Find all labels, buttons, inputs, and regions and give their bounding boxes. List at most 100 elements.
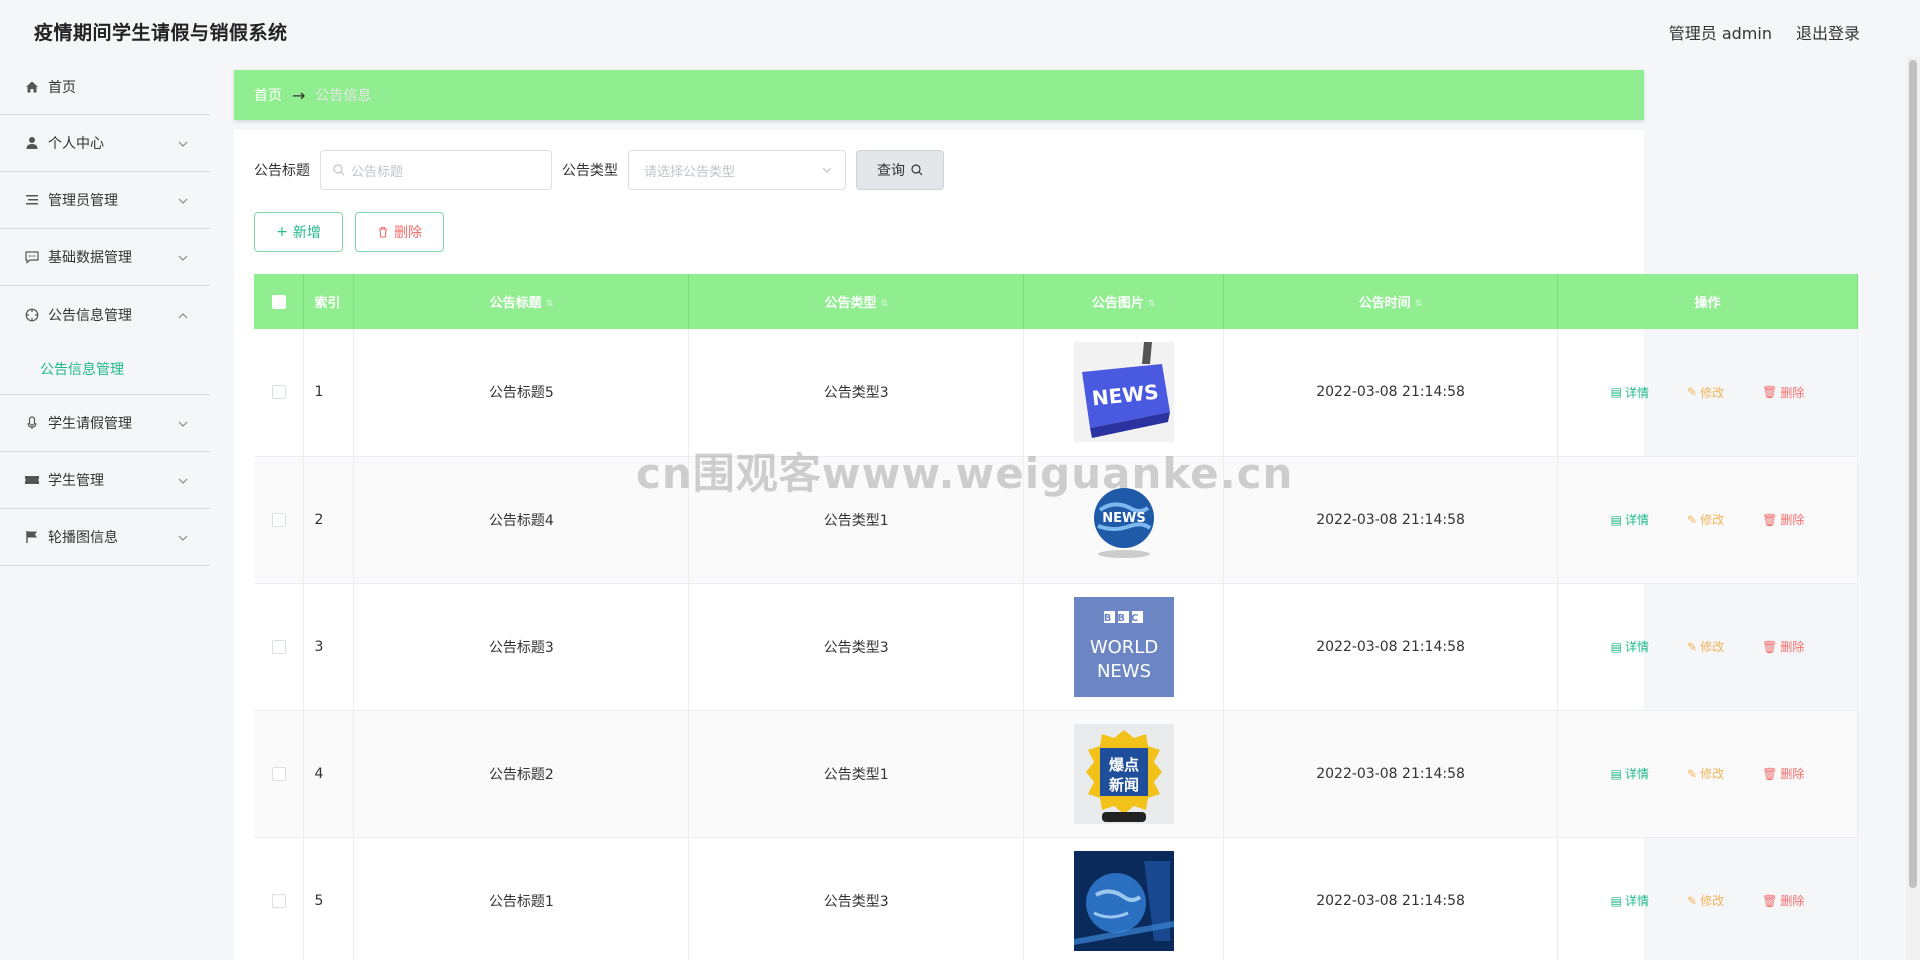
earth-news-image[interactable] (1073, 850, 1174, 951)
delete-label: 删除 (1780, 513, 1805, 527)
detail-button[interactable]: ▤ 详情 (1599, 378, 1661, 407)
edit-button[interactable]: ✎ 修改 (1675, 378, 1736, 407)
col-image-header[interactable]: 公告图片 ⇅ (1023, 274, 1225, 329)
row-checkbox[interactable] (271, 766, 286, 781)
sidebar-item-basic-data[interactable]: 基础数据管理 (0, 229, 210, 286)
announcements-table: 索引 公告标题 ⇅ 公告类型 ⇅ 公告图片 ⇅ 公告时间 ⇅ 操作 1 公告标题5 公告… (254, 274, 1858, 960)
query-button[interactable]: 查询 (856, 150, 944, 190)
scrollbar-thumb[interactable] (1909, 60, 1917, 888)
col-time-header[interactable]: 公告时间 ⇅ (1223, 274, 1559, 329)
row-select-cell (254, 710, 305, 838)
app-title: 疫情期间学生请假与销假系统 (34, 22, 288, 44)
sidebar-item-personal[interactable]: 个人中心 (0, 115, 210, 172)
row-time: 2022-03-08 21:14:58 (1223, 456, 1559, 584)
sidebar-item-home[interactable]: 首页 (0, 60, 210, 115)
row-actions: ▤ 详情 ✎ 修改 🗑 删除 (1557, 837, 1858, 960)
pencil-icon: ✎ (1687, 385, 1698, 400)
bbc-world-news-image[interactable]: BBC WORLD NEWS (1073, 596, 1174, 697)
chevron-up-icon (178, 307, 188, 323)
sidebar-item-label: 个人中心 (48, 136, 104, 152)
row-type: 公告类型3 (688, 583, 1025, 711)
row-title: 公告标题1 (353, 837, 690, 960)
batch-delete-label: 删除 (394, 225, 422, 241)
detail-button[interactable]: ▤ 详情 (1599, 632, 1661, 661)
col-title-label: 公告标题 (489, 296, 542, 311)
baodian-news-image[interactable]: 爆点 新闻 (1073, 723, 1174, 824)
edit-label: 修改 (1700, 385, 1725, 400)
detail-button[interactable]: ▤ 详情 (1599, 886, 1661, 915)
current-user[interactable]: 管理员 admin (1669, 20, 1772, 44)
breadcrumb-arrow: → (292, 85, 306, 105)
row-checkbox[interactable] (271, 385, 286, 400)
add-button[interactable]: + 新增 (254, 212, 343, 252)
news-globe-image[interactable]: NEWS (1073, 469, 1174, 570)
row-checkbox[interactable] (271, 512, 286, 527)
sidebar-item-carousel[interactable]: 轮播图信息 (0, 509, 210, 566)
delete-button[interactable]: 🗑 删除 (1750, 886, 1816, 915)
breadcrumb: 首页 → 公告信息 (234, 70, 1644, 120)
detail-button[interactable]: ▤ 详情 (1599, 505, 1661, 534)
trash-icon: 🗑 (1762, 639, 1778, 654)
sort-icon[interactable]: ⇅ (1148, 299, 1156, 309)
pencil-icon: ✎ (1687, 766, 1698, 781)
delete-button[interactable]: 🗑 删除 (1750, 505, 1816, 534)
col-type-header[interactable]: 公告类型 ⇅ (688, 274, 1025, 329)
action-row: + 新增 删除 (254, 212, 444, 252)
row-title: 公告标题4 (353, 456, 690, 584)
chevron-down-icon (178, 472, 188, 488)
query-button-label: 查询 (877, 163, 905, 179)
sort-icon[interactable]: ⇅ (1415, 299, 1423, 309)
table-header-row: 索引 公告标题 ⇅ 公告类型 ⇅ 公告图片 ⇅ 公告时间 ⇅ 操作 (254, 274, 1858, 329)
delete-button[interactable]: 🗑 删除 (1750, 759, 1816, 788)
sidebar-item-announcements[interactable]: 公告信息管理 (0, 286, 210, 343)
row-type: 公告类型3 (688, 329, 1025, 457)
delete-button[interactable]: 🗑 删除 (1750, 632, 1816, 661)
news-key-image[interactable]: NEWS (1073, 342, 1174, 443)
select-all-checkbox[interactable] (271, 294, 286, 309)
edit-label: 修改 (1700, 767, 1725, 781)
pencil-icon: ✎ (1687, 639, 1698, 654)
sidebar-item-admins[interactable]: 管理员管理 (0, 172, 210, 229)
row-index: 5 (303, 837, 355, 960)
user-area: 管理员 admin 退出登录 (1669, 20, 1860, 44)
sidebar-item-label: 首页 (48, 80, 76, 96)
ticket-icon (24, 472, 40, 488)
user-icon (24, 135, 40, 151)
row-actions: ▤ 详情 ✎ 修改 🗑 删除 (1557, 329, 1858, 457)
row-checkbox[interactable] (271, 639, 286, 654)
edit-button[interactable]: ✎ 修改 (1675, 759, 1736, 788)
mic-icon (24, 415, 40, 431)
detail-button[interactable]: ▤ 详情 (1599, 759, 1661, 788)
type-select[interactable]: 请选择公告类型 (628, 150, 846, 190)
trash-icon: 🗑 (1762, 766, 1778, 781)
breadcrumb-home[interactable]: 首页 (254, 85, 282, 105)
compass-icon (24, 307, 40, 323)
edit-button[interactable]: ✎ 修改 (1675, 505, 1736, 534)
delete-button[interactable]: 🗑 删除 (1750, 378, 1816, 407)
row-type: 公告类型1 (688, 456, 1025, 584)
sidebar-item-label: 公告信息管理 (48, 307, 132, 324)
batch-delete-button[interactable]: 删除 (355, 212, 444, 252)
title-search-input[interactable]: 公告标题 (320, 150, 552, 190)
edit-button[interactable]: ✎ 修改 (1675, 632, 1736, 661)
document-icon: ▤ (1610, 639, 1622, 654)
sort-icon[interactable]: ⇅ (880, 299, 888, 309)
sidebar-item-students[interactable]: 学生管理 (0, 452, 210, 509)
top-bar: 疫情期间学生请假与销假系统 管理员 admin 退出登录 (0, 0, 1920, 60)
sidebar-item-leave[interactable]: 学生请假管理 (0, 395, 210, 452)
logout-link[interactable]: 退出登录 (1796, 20, 1860, 44)
trash-icon: 🗑 (1762, 512, 1778, 527)
title-filter-label: 公告标题 (254, 163, 310, 179)
row-index: 2 (303, 456, 355, 584)
col-title-header[interactable]: 公告标题 ⇅ (353, 274, 690, 329)
row-checkbox[interactable] (271, 893, 286, 908)
page-scrollbar[interactable] (1906, 56, 1920, 960)
row-time: 2022-03-08 21:14:58 (1223, 710, 1559, 838)
chevron-down-icon (178, 192, 188, 208)
sort-icon[interactable]: ⇅ (546, 299, 554, 309)
table-row: 4 公告标题2 公告类型1 爆点 新闻 2022-03-08 21:14:58 (254, 710, 1858, 838)
sidebar-subitem-announcement-manage[interactable]: 公告信息管理 (0, 343, 210, 395)
edit-button[interactable]: ✎ 修改 (1675, 886, 1736, 915)
row-image-cell (1023, 837, 1225, 960)
row-index: 4 (303, 710, 355, 838)
